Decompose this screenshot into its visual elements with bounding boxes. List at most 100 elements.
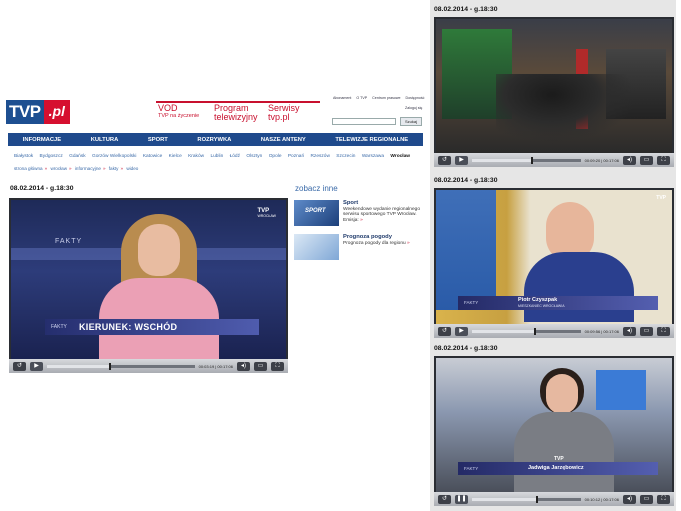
player-controls: ↺ ❚❚ 00:10:12 | 00:17:06 ◂) ▭ ⛶ bbox=[434, 492, 674, 506]
promo-program[interactable]: Program telewizyjny bbox=[214, 100, 268, 126]
nav-sport[interactable]: SPORT bbox=[148, 137, 168, 143]
toplink-centrum[interactable]: Centrum prasowe bbox=[372, 96, 400, 100]
more-arrow[interactable]: » bbox=[360, 218, 363, 223]
related-video-sport[interactable]: Sport Weekendowe wydanie regionalnego se… bbox=[294, 200, 429, 226]
city-link[interactable]: Gdańsk bbox=[69, 154, 86, 159]
breadcrumb-item[interactable]: fakty bbox=[109, 166, 119, 171]
name-lower-third: FAKTY Piotr Czyszpak MIESZKANIEC WROCŁAW… bbox=[458, 296, 658, 310]
city-link[interactable]: Olsztyn bbox=[246, 154, 262, 159]
pause-icon[interactable]: ❚❚ bbox=[455, 494, 468, 504]
main-video-player[interactable]: FAKTY TVP WROCŁAW FAKTY KIERUNEK: WSCHÓD… bbox=[9, 198, 288, 373]
player-controls: ↺ ▶ 00:03:19 | 00:17:06 ◂) ▭ ⛶ bbox=[9, 359, 288, 373]
interviewee-figure-body bbox=[524, 252, 634, 322]
progress-knob[interactable] bbox=[108, 362, 111, 370]
progress-bar[interactable] bbox=[472, 495, 581, 503]
progress-fill bbox=[472, 158, 531, 162]
promo-vod[interactable]: VOD TVP na życzenie bbox=[158, 100, 214, 126]
breadcrumb-separator: » bbox=[69, 166, 72, 171]
video-player-1[interactable]: ↺ ▶ 00:09:20 | 00:17:06 ◂) ▭ ⛶ bbox=[434, 17, 674, 167]
window-mode-icon[interactable]: ▭ bbox=[640, 326, 653, 336]
nav-rozrywka[interactable]: ROZRYWKA bbox=[197, 137, 231, 143]
progress-knob[interactable] bbox=[530, 156, 533, 164]
search-input[interactable] bbox=[332, 118, 396, 125]
more-arrow[interactable]: » bbox=[407, 241, 410, 246]
city-link-active[interactable]: Wrocław bbox=[390, 154, 410, 159]
toplink-dostepnosc[interactable]: Dostępność bbox=[405, 96, 424, 100]
player-controls: ↺ ▶ 00:09:56 | 00:17:06 ◂) ▭ ⛶ bbox=[434, 324, 674, 338]
login-link[interactable]: Zaloguj się bbox=[405, 106, 422, 110]
city-list: Białystok Bydgoszcz Gdańsk Gorzów Wielko… bbox=[14, 154, 424, 159]
progress-fill bbox=[47, 364, 109, 368]
video-player-3[interactable]: FAKTY Jadwiga Jarzębowicz TVP ↺ ❚❚ 00:10… bbox=[434, 356, 674, 506]
volume-icon[interactable]: ◂) bbox=[623, 155, 636, 165]
promo-serwisy[interactable]: Serwisy tvp.pl bbox=[268, 100, 318, 126]
fakty-studio-logo: FAKTY bbox=[55, 238, 83, 245]
breadcrumb-item[interactable]: informacyjne bbox=[75, 166, 101, 171]
toplink-o-tvp[interactable]: O TVP bbox=[356, 96, 367, 100]
speaker-name: Jadwiga Jarzębowicz bbox=[528, 465, 584, 471]
fullscreen-icon[interactable]: ⛶ bbox=[657, 155, 670, 165]
top-links: Abonament O TVP Centrum prasowe Dostępno… bbox=[333, 96, 428, 100]
search-button[interactable]: Szukaj bbox=[400, 117, 422, 126]
play-icon[interactable]: ▶ bbox=[30, 361, 43, 371]
volume-icon[interactable]: ◂) bbox=[237, 361, 250, 371]
city-link[interactable]: Łódź bbox=[230, 154, 240, 159]
city-link[interactable]: Kielce bbox=[169, 154, 182, 159]
headline-lower-third: FAKTY KIERUNEK: WSCHÓD bbox=[45, 319, 259, 335]
sport-thumbnail[interactable] bbox=[294, 200, 339, 226]
speaker-name: Piotr Czyszpak bbox=[518, 297, 558, 303]
progress-knob[interactable] bbox=[536, 495, 539, 503]
tvp-channel-bug: TVP bbox=[656, 195, 666, 201]
replay-icon[interactable]: ↺ bbox=[438, 155, 451, 165]
city-link[interactable]: Warszawa bbox=[362, 154, 384, 159]
city-link[interactable]: Gorzów Wielkopolski bbox=[92, 154, 137, 159]
toplink-abonament[interactable]: Abonament bbox=[333, 96, 351, 100]
volume-icon[interactable]: ◂) bbox=[623, 326, 636, 336]
speaker-role: MIESZKANIEC WROCŁAWIA bbox=[518, 304, 565, 308]
city-link[interactable]: Lublin bbox=[210, 154, 223, 159]
city-link[interactable]: Opole bbox=[269, 154, 282, 159]
nav-nasze-anteny[interactable]: NASZE ANTENY bbox=[261, 137, 306, 143]
progress-knob[interactable] bbox=[533, 327, 536, 335]
booth-banner bbox=[436, 190, 496, 310]
tvp-logo[interactable]: TVP .pl bbox=[6, 100, 78, 124]
replay-icon[interactable]: ↺ bbox=[438, 494, 451, 504]
play-icon[interactable]: ▶ bbox=[455, 326, 468, 336]
city-link[interactable]: Szczecin bbox=[336, 154, 355, 159]
window-mode-icon[interactable]: ▭ bbox=[640, 494, 653, 504]
nav-informacje[interactable]: INFORMACJE bbox=[23, 137, 61, 143]
promo-program-sub: telewizyjny bbox=[214, 112, 258, 122]
nav-telewizje-regionalne[interactable]: TELEWIZJE REGIONALNE bbox=[335, 137, 408, 143]
progress-bar[interactable] bbox=[47, 362, 195, 370]
promo-vod-sub: TVP na życzenie bbox=[158, 113, 200, 119]
fullscreen-icon[interactable]: ⛶ bbox=[271, 361, 284, 371]
video-screen[interactable] bbox=[436, 19, 672, 153]
fullscreen-icon[interactable]: ⛶ bbox=[657, 494, 670, 504]
related-video-pogoda[interactable]: Prognoza pogody Prognoza pogody dla regi… bbox=[294, 234, 429, 260]
city-link[interactable]: Rzeszów bbox=[310, 154, 329, 159]
city-link[interactable]: Bydgoszcz bbox=[40, 154, 63, 159]
breadcrumb-separator: » bbox=[102, 166, 106, 171]
video-screen[interactable]: TVP FAKTY Piotr Czyszpak MIESZKANIEC WRO… bbox=[436, 190, 672, 324]
replay-icon[interactable]: ↺ bbox=[13, 361, 26, 371]
video-player-2[interactable]: TVP FAKTY Piotr Czyszpak MIESZKANIEC WRO… bbox=[434, 188, 674, 338]
window-mode-icon[interactable]: ▭ bbox=[254, 361, 267, 371]
breadcrumb-item[interactable]: wideo bbox=[126, 166, 138, 171]
video-screen[interactable]: FAKTY TVP WROCŁAW FAKTY KIERUNEK: WSCHÓD bbox=[11, 200, 286, 359]
replay-icon[interactable]: ↺ bbox=[438, 326, 451, 336]
breadcrumb-item[interactable]: strona główna bbox=[14, 166, 43, 171]
progress-bar[interactable] bbox=[472, 327, 581, 335]
progress-bar[interactable] bbox=[472, 156, 581, 164]
volume-icon[interactable]: ◂) bbox=[623, 494, 636, 504]
fullscreen-icon[interactable]: ⛶ bbox=[657, 326, 670, 336]
city-link[interactable]: Katowice bbox=[143, 154, 162, 159]
nav-kultura[interactable]: KULTURA bbox=[91, 137, 119, 143]
city-link[interactable]: Poznań bbox=[288, 154, 304, 159]
play-icon[interactable]: ▶ bbox=[455, 155, 468, 165]
weather-thumbnail[interactable] bbox=[294, 234, 339, 260]
window-mode-icon[interactable]: ▭ bbox=[640, 155, 653, 165]
city-link[interactable]: Białystok bbox=[14, 154, 33, 159]
video-screen[interactable]: FAKTY Jadwiga Jarzębowicz TVP bbox=[436, 358, 672, 492]
breadcrumb-item[interactable]: wrocław bbox=[50, 166, 67, 171]
city-link[interactable]: Kraków bbox=[188, 154, 204, 159]
